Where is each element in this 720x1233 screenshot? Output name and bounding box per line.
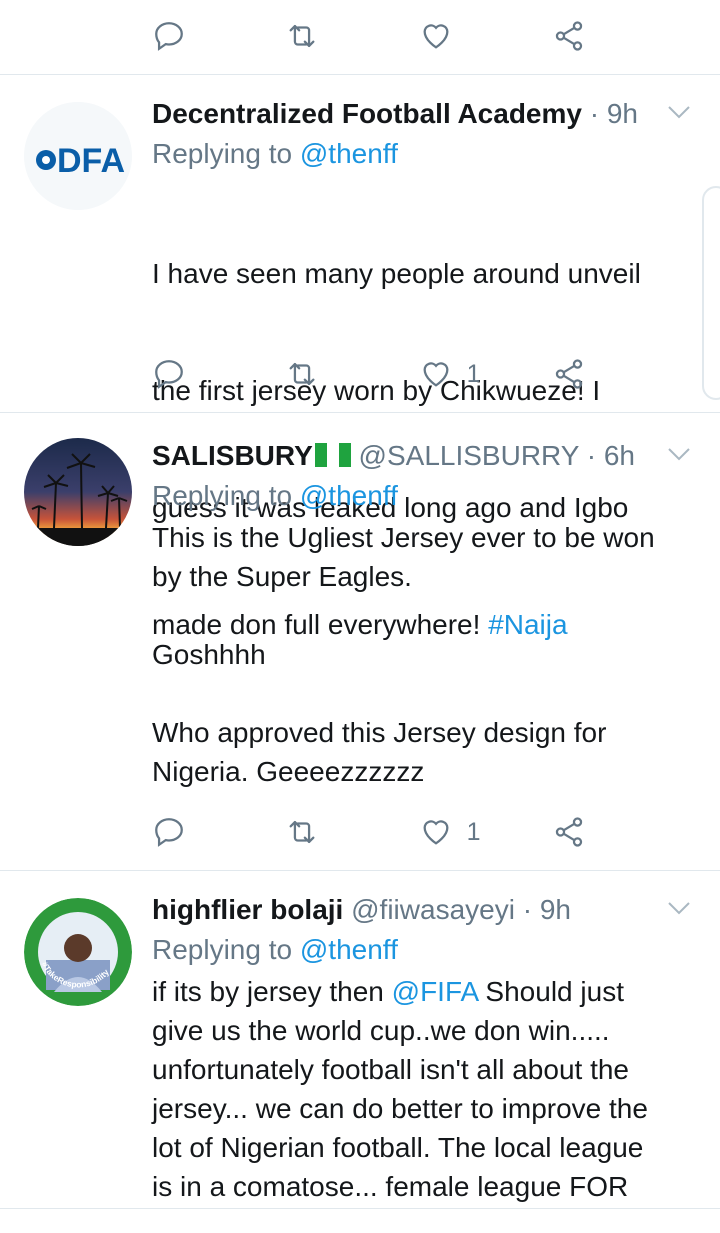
display-name[interactable]: Decentralized Football Academy	[152, 98, 582, 129]
reply-button[interactable]	[152, 815, 222, 849]
tweet-header: Decentralized Football Academy · 9h	[152, 94, 720, 134]
retweet-icon	[289, 24, 315, 48]
avatar[interactable]: DFA	[24, 102, 132, 210]
mention-link[interactable]: @thenff	[300, 138, 398, 169]
like-button[interactable]	[419, 19, 489, 53]
display-name[interactable]: highflier bolaji	[152, 894, 343, 925]
tweet-bolaji[interactable]: #TakeResponsibility highflier bolaji @fi…	[0, 890, 720, 1210]
tweet-salisbury[interactable]: SALISBURY @SALLISBURRY · 6h Replying to …	[0, 436, 720, 870]
separator: ·	[586, 440, 597, 471]
avatar[interactable]	[24, 438, 132, 546]
reply-icon	[155, 818, 183, 847]
replying-to: Replying to @thenff	[152, 934, 398, 965]
divider	[0, 1208, 720, 1209]
chevron-down-icon[interactable]	[666, 102, 692, 122]
scroll-indicator	[702, 186, 720, 400]
mention-link[interactable]: @thenff	[300, 480, 398, 511]
reply-icon	[155, 22, 183, 51]
chevron-down-icon[interactable]	[666, 898, 692, 918]
like-button[interactable]: 1	[419, 357, 489, 391]
display-name[interactable]: SALISBURY	[152, 440, 313, 471]
user-handle[interactable]: @fiiwasayeyi	[351, 894, 515, 925]
chevron-down-icon[interactable]	[666, 444, 692, 464]
mention-link[interactable]: @FIFA	[392, 976, 478, 1007]
like-count: 1	[466, 817, 481, 846]
tweet-actions: 1	[152, 352, 622, 396]
share-icon	[555, 359, 583, 389]
timestamp[interactable]: 9h	[540, 894, 571, 925]
mention-link[interactable]: @thenff	[300, 934, 398, 965]
retweet-icon	[289, 820, 315, 844]
tweet-text: This is the Ugliest Jersey ever to be wo…	[152, 522, 655, 787]
divider	[0, 870, 720, 871]
retweet-icon	[289, 362, 315, 386]
retweet-button[interactable]	[285, 357, 355, 391]
tweet-header: SALISBURY @SALLISBURRY · 6h	[152, 436, 720, 476]
reply-button[interactable]	[152, 19, 222, 53]
heart-icon	[423, 24, 449, 49]
share-button[interactable]	[552, 815, 622, 849]
share-icon	[555, 21, 583, 51]
top-action-bar	[152, 14, 622, 58]
nigeria-flag-icon	[314, 443, 351, 467]
divider	[0, 74, 720, 75]
heart-icon	[423, 820, 449, 845]
share-button[interactable]	[552, 19, 622, 53]
avatar[interactable]: #TakeResponsibility	[24, 898, 132, 1006]
tweet-actions: 1	[152, 810, 622, 854]
like-count: 1	[466, 359, 481, 388]
reply-icon	[155, 360, 183, 389]
timestamp[interactable]: 9h	[607, 98, 638, 129]
svg-text:DFA: DFA	[57, 142, 125, 180]
replying-to: Replying to @thenff	[152, 480, 398, 511]
tweet-header: highflier bolaji @fiiwasayeyi · 9h	[152, 890, 720, 930]
heart-icon	[423, 362, 449, 387]
separator: ·	[522, 894, 533, 925]
divider	[0, 412, 720, 413]
user-handle[interactable]: @SALLISBURRY	[359, 440, 579, 471]
retweet-button[interactable]	[285, 19, 355, 53]
like-button[interactable]: 1	[419, 815, 489, 849]
dfa-logo-icon: DFA	[24, 102, 132, 210]
retweet-button[interactable]	[285, 815, 355, 849]
reply-button[interactable]	[152, 357, 222, 391]
share-icon	[555, 817, 583, 847]
timestamp[interactable]: 6h	[604, 440, 635, 471]
separator: ·	[589, 98, 600, 129]
share-button[interactable]	[552, 357, 622, 391]
profile-photo-avatar-icon: #TakeResponsibility	[24, 898, 132, 1006]
replying-to: Replying to @thenff	[152, 138, 398, 169]
sunset-palm-avatar-icon	[24, 438, 132, 546]
tweet-text: if its by jersey then @FIFA Should just …	[152, 976, 648, 1202]
